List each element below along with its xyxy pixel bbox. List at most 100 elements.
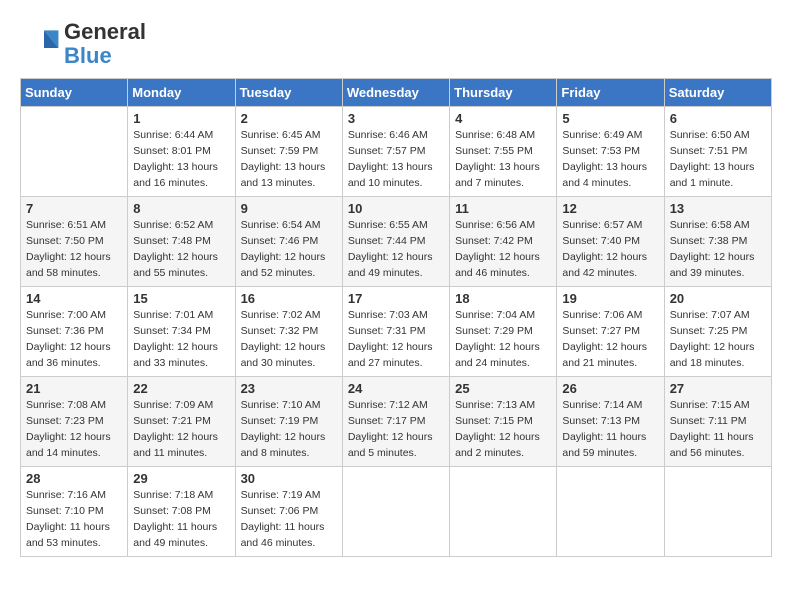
day-number: 27 bbox=[670, 381, 766, 396]
day-info-line: Sunrise: 7:14 AM bbox=[562, 398, 658, 414]
day-info-line: Sunrise: 7:16 AM bbox=[26, 488, 122, 504]
day-info-line: Sunrise: 7:09 AM bbox=[133, 398, 229, 414]
day-number: 20 bbox=[670, 291, 766, 306]
calendar-cell: 1Sunrise: 6:44 AMSunset: 8:01 PMDaylight… bbox=[128, 107, 235, 197]
day-number: 11 bbox=[455, 201, 551, 216]
day-info-line: Sunset: 7:40 PM bbox=[562, 234, 658, 250]
day-number: 13 bbox=[670, 201, 766, 216]
calendar-cell: 29Sunrise: 7:18 AMSunset: 7:08 PMDayligh… bbox=[128, 467, 235, 557]
day-info-line: Daylight: 12 hours bbox=[133, 430, 229, 446]
day-info: Sunrise: 7:19 AMSunset: 7:06 PMDaylight:… bbox=[241, 488, 337, 551]
day-info-line: Daylight: 11 hours bbox=[26, 520, 122, 536]
day-info: Sunrise: 6:52 AMSunset: 7:48 PMDaylight:… bbox=[133, 218, 229, 281]
day-info-line: Sunset: 7:11 PM bbox=[670, 414, 766, 430]
day-info-line: Sunrise: 6:58 AM bbox=[670, 218, 766, 234]
day-info-line: Daylight: 12 hours bbox=[26, 340, 122, 356]
calendar-cell: 26Sunrise: 7:14 AMSunset: 7:13 PMDayligh… bbox=[557, 377, 664, 467]
day-info-line: and 18 minutes. bbox=[670, 356, 766, 372]
day-info-line: Daylight: 12 hours bbox=[455, 250, 551, 266]
day-info: Sunrise: 6:57 AMSunset: 7:40 PMDaylight:… bbox=[562, 218, 658, 281]
calendar-cell bbox=[557, 467, 664, 557]
calendar-cell: 24Sunrise: 7:12 AMSunset: 7:17 PMDayligh… bbox=[342, 377, 449, 467]
day-info-line: Daylight: 12 hours bbox=[133, 250, 229, 266]
day-info-line: Sunset: 7:31 PM bbox=[348, 324, 444, 340]
calendar-cell: 28Sunrise: 7:16 AMSunset: 7:10 PMDayligh… bbox=[21, 467, 128, 557]
day-info-line: Daylight: 11 hours bbox=[241, 520, 337, 536]
day-info-line: Daylight: 12 hours bbox=[562, 250, 658, 266]
calendar-week-row: 7Sunrise: 6:51 AMSunset: 7:50 PMDaylight… bbox=[21, 197, 772, 287]
day-info-line: Sunrise: 6:54 AM bbox=[241, 218, 337, 234]
day-info-line: Daylight: 13 hours bbox=[133, 160, 229, 176]
day-info-line: and 10 minutes. bbox=[348, 176, 444, 192]
day-info-line: Daylight: 13 hours bbox=[562, 160, 658, 176]
calendar-cell bbox=[21, 107, 128, 197]
col-header-sunday: Sunday bbox=[21, 79, 128, 107]
day-info: Sunrise: 7:06 AMSunset: 7:27 PMDaylight:… bbox=[562, 308, 658, 371]
day-info: Sunrise: 7:02 AMSunset: 7:32 PMDaylight:… bbox=[241, 308, 337, 371]
day-info-line: Sunrise: 7:12 AM bbox=[348, 398, 444, 414]
page-header: General Blue bbox=[20, 20, 772, 68]
day-info: Sunrise: 7:01 AMSunset: 7:34 PMDaylight:… bbox=[133, 308, 229, 371]
calendar-cell: 8 Sunrise: 6:52 AMSunset: 7:48 PMDaylight… bbox=[128, 197, 235, 287]
day-number: 16 bbox=[241, 291, 337, 306]
day-info-line: Sunset: 7:06 PM bbox=[241, 504, 337, 520]
calendar-cell: 12Sunrise: 6:57 AMSunset: 7:40 PMDayligh… bbox=[557, 197, 664, 287]
day-info-line: Sunset: 7:51 PM bbox=[670, 144, 766, 160]
day-info-line: Sunset: 7:46 PM bbox=[241, 234, 337, 250]
calendar-cell: 13Sunrise: 6:58 AMSunset: 7:38 PMDayligh… bbox=[664, 197, 771, 287]
day-info: Sunrise: 7:13 AMSunset: 7:15 PMDaylight:… bbox=[455, 398, 551, 461]
day-info-line: and 21 minutes. bbox=[562, 356, 658, 372]
calendar-cell: 27Sunrise: 7:15 AMSunset: 7:11 PMDayligh… bbox=[664, 377, 771, 467]
day-info-line: Daylight: 12 hours bbox=[670, 250, 766, 266]
day-info-line: Sunrise: 7:03 AM bbox=[348, 308, 444, 324]
day-info-line: and 59 minutes. bbox=[562, 446, 658, 462]
day-info-line: Sunset: 7:50 PM bbox=[26, 234, 122, 250]
day-info-line: Daylight: 12 hours bbox=[348, 340, 444, 356]
col-header-wednesday: Wednesday bbox=[342, 79, 449, 107]
calendar-cell bbox=[342, 467, 449, 557]
day-info: Sunrise: 6:46 AMSunset: 7:57 PMDaylight:… bbox=[348, 128, 444, 191]
day-info-line: Sunrise: 7:08 AM bbox=[26, 398, 122, 414]
calendar-cell: 15Sunrise: 7:01 AMSunset: 7:34 PMDayligh… bbox=[128, 287, 235, 377]
day-info-line: and 52 minutes. bbox=[241, 266, 337, 282]
day-info-line: Sunset: 7:42 PM bbox=[455, 234, 551, 250]
col-header-thursday: Thursday bbox=[450, 79, 557, 107]
day-info: Sunrise: 7:04 AMSunset: 7:29 PMDaylight:… bbox=[455, 308, 551, 371]
day-info-line: and 39 minutes. bbox=[670, 266, 766, 282]
col-header-saturday: Saturday bbox=[664, 79, 771, 107]
day-number: 9 bbox=[241, 201, 337, 216]
day-info-line: Sunrise: 7:10 AM bbox=[241, 398, 337, 414]
day-info-line: Sunset: 7:44 PM bbox=[348, 234, 444, 250]
day-info-line: Sunrise: 6:57 AM bbox=[562, 218, 658, 234]
day-info-line: Sunset: 7:34 PM bbox=[133, 324, 229, 340]
day-info-line: and 55 minutes. bbox=[133, 266, 229, 282]
day-info-line: and 58 minutes. bbox=[26, 266, 122, 282]
day-info-line: Sunset: 7:59 PM bbox=[241, 144, 337, 160]
day-info: Sunrise: 7:18 AMSunset: 7:08 PMDaylight:… bbox=[133, 488, 229, 551]
day-number: 8 bbox=[133, 201, 229, 216]
day-info-line: Sunset: 8:01 PM bbox=[133, 144, 229, 160]
calendar-cell: 18Sunrise: 7:04 AMSunset: 7:29 PMDayligh… bbox=[450, 287, 557, 377]
day-info: Sunrise: 7:07 AMSunset: 7:25 PMDaylight:… bbox=[670, 308, 766, 371]
day-info: Sunrise: 7:03 AMSunset: 7:31 PMDaylight:… bbox=[348, 308, 444, 371]
day-info-line: Sunrise: 7:04 AM bbox=[455, 308, 551, 324]
day-info-line: and 30 minutes. bbox=[241, 356, 337, 372]
day-info-line: Daylight: 12 hours bbox=[241, 250, 337, 266]
day-info: Sunrise: 6:50 AMSunset: 7:51 PMDaylight:… bbox=[670, 128, 766, 191]
day-info: Sunrise: 6:55 AMSunset: 7:44 PMDaylight:… bbox=[348, 218, 444, 281]
day-info-line: Daylight: 13 hours bbox=[348, 160, 444, 176]
day-info-line: and 8 minutes. bbox=[241, 446, 337, 462]
calendar-cell: 20 Sunrise: 7:07 AMSunset: 7:25 PMDayligh… bbox=[664, 287, 771, 377]
day-info-line: Daylight: 11 hours bbox=[670, 430, 766, 446]
day-info-line: Sunrise: 7:13 AM bbox=[455, 398, 551, 414]
day-number: 14 bbox=[26, 291, 122, 306]
day-info-line: Sunset: 7:17 PM bbox=[348, 414, 444, 430]
calendar-cell: 7Sunrise: 6:51 AMSunset: 7:50 PMDaylight… bbox=[21, 197, 128, 287]
calendar-week-row: 1Sunrise: 6:44 AMSunset: 8:01 PMDaylight… bbox=[21, 107, 772, 197]
day-info-line: Sunrise: 6:52 AM bbox=[133, 218, 229, 234]
day-info-line: and 49 minutes. bbox=[133, 536, 229, 552]
day-info-line: Sunset: 7:29 PM bbox=[455, 324, 551, 340]
day-info-line: Sunrise: 6:49 AM bbox=[562, 128, 658, 144]
day-number: 6 bbox=[670, 111, 766, 126]
calendar-cell: 3Sunrise: 6:46 AMSunset: 7:57 PMDaylight… bbox=[342, 107, 449, 197]
